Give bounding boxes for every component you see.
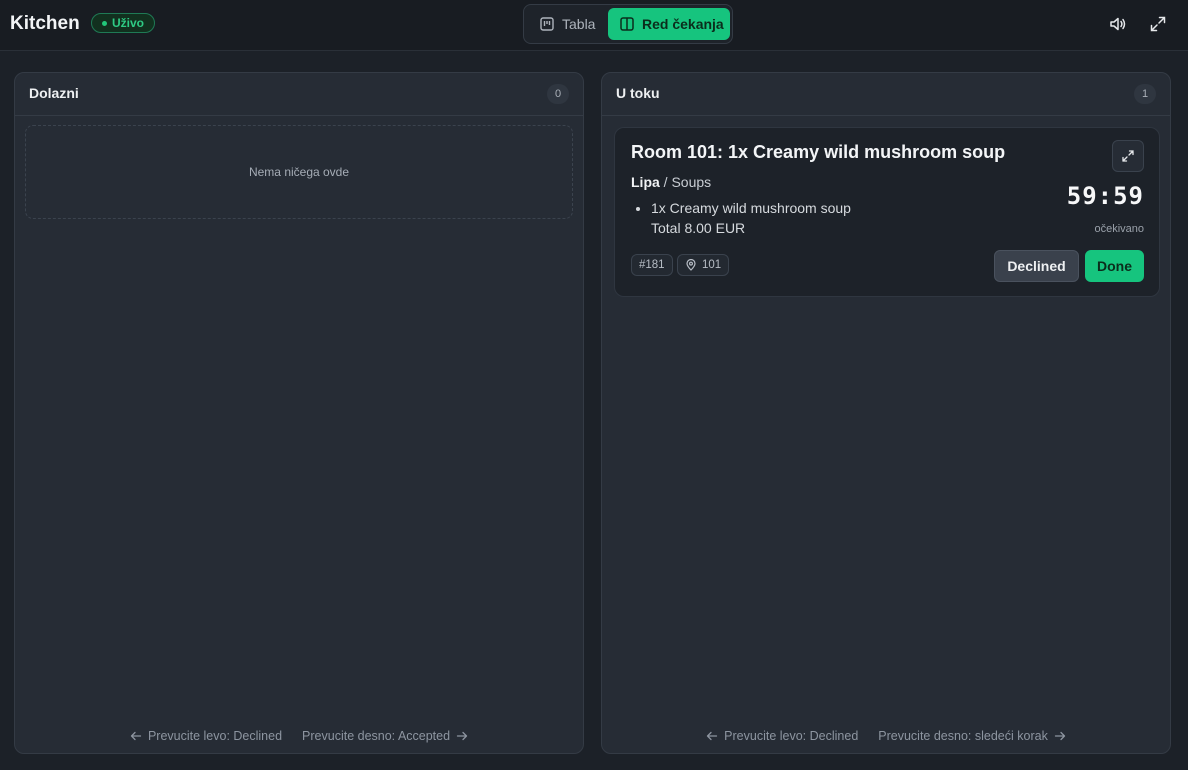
column-count-badge: 1 (1134, 84, 1156, 104)
swipe-hints: Prevucite levo: Declined Prevucite desno… (15, 727, 583, 745)
live-status-badge: Uživo (91, 13, 155, 33)
column-header: Dolazni 0 (15, 73, 583, 116)
swipe-left-hint-label: Prevucite levo: Declined (147, 729, 283, 743)
swipe-hints: Prevucite levo: Declined Prevucite desno… (602, 727, 1170, 745)
columns-icon (620, 17, 634, 31)
fullscreen-icon[interactable] (1148, 14, 1168, 34)
empty-state: Nema ničega ovde (25, 125, 573, 219)
order-item: 1x Creamy wild mushroom soup (651, 198, 851, 218)
order-title: Room 101: 1x Creamy wild mushroom soup (631, 142, 1006, 162)
volume-icon[interactable] (1108, 14, 1128, 34)
order-category: Lipa / Soups (631, 174, 711, 190)
column-in-progress: U toku 1 Room 101: 1x Creamy wild mushro… (601, 72, 1171, 754)
done-button[interactable]: Done (1085, 250, 1144, 282)
decline-button[interactable]: Declined (994, 250, 1079, 282)
column-incoming: Dolazni 0 Nema ničega ovde Prevucite lev… (14, 72, 584, 754)
location-pin-icon (686, 259, 696, 271)
order-items: 1x Creamy wild mushroom soup Total 8.00 … (631, 198, 851, 238)
live-badge-label: Uživo (111, 16, 144, 30)
timer-label: očekivano (1094, 223, 1144, 235)
swipe-right-hint-label: Prevucite desno: Accepted (302, 729, 451, 743)
tab-tabla[interactable]: Tabla (530, 8, 606, 40)
expand-icon (1122, 150, 1134, 162)
swipe-left-hint[interactable]: Prevucite levo: Declined (706, 727, 858, 745)
order-id-chip: #181 (631, 254, 673, 276)
order-total: Total 8.00 EUR (651, 220, 746, 236)
arrow-right-icon (1054, 731, 1065, 741)
room-chip: 101 (677, 254, 730, 276)
arrow-left-icon (707, 731, 718, 741)
column-title: Dolazni (29, 85, 79, 101)
board-icon (540, 17, 554, 31)
top-bar: Kitchen Uživo Tabla Red čekanja (0, 0, 1188, 51)
order-card[interactable]: Room 101: 1x Creamy wild mushroom soup L… (614, 127, 1160, 297)
swipe-right-hint-label: Prevucite desno: sledeći korak (878, 729, 1048, 743)
column-title: U toku (616, 85, 660, 101)
view-switcher: Tabla Red čekanja (523, 4, 733, 44)
arrow-right-icon (456, 731, 468, 741)
swipe-left-hint[interactable]: Prevucite levo: Declined (130, 727, 282, 745)
column-count-badge: 0 (547, 84, 569, 104)
tab-red-cekanja-label: Red čekanja (642, 16, 724, 32)
column-header: U toku 1 (602, 73, 1170, 116)
expand-order-button[interactable] (1112, 140, 1144, 172)
room-number: 101 (702, 259, 722, 271)
arrow-left-icon (130, 731, 142, 741)
tab-tabla-label: Tabla (562, 16, 596, 32)
order-location: Lipa (631, 174, 660, 190)
tab-red-cekanja[interactable]: Red čekanja (608, 8, 730, 40)
live-dot-icon (101, 20, 107, 26)
order-category-name: / Soups (663, 174, 712, 190)
order-id: #181 (639, 259, 665, 271)
swipe-right-hint[interactable]: Prevucite desno: sledeći korak (878, 727, 1066, 745)
swipe-left-hint-label: Prevucite levo: Declined (724, 729, 859, 743)
order-timer: 59:59 (1066, 182, 1144, 210)
swipe-right-hint[interactable]: Prevucite desno: Accepted (302, 727, 468, 745)
page-title: Kitchen (10, 13, 80, 34)
empty-state-text: Nema ničega ovde (248, 165, 350, 179)
